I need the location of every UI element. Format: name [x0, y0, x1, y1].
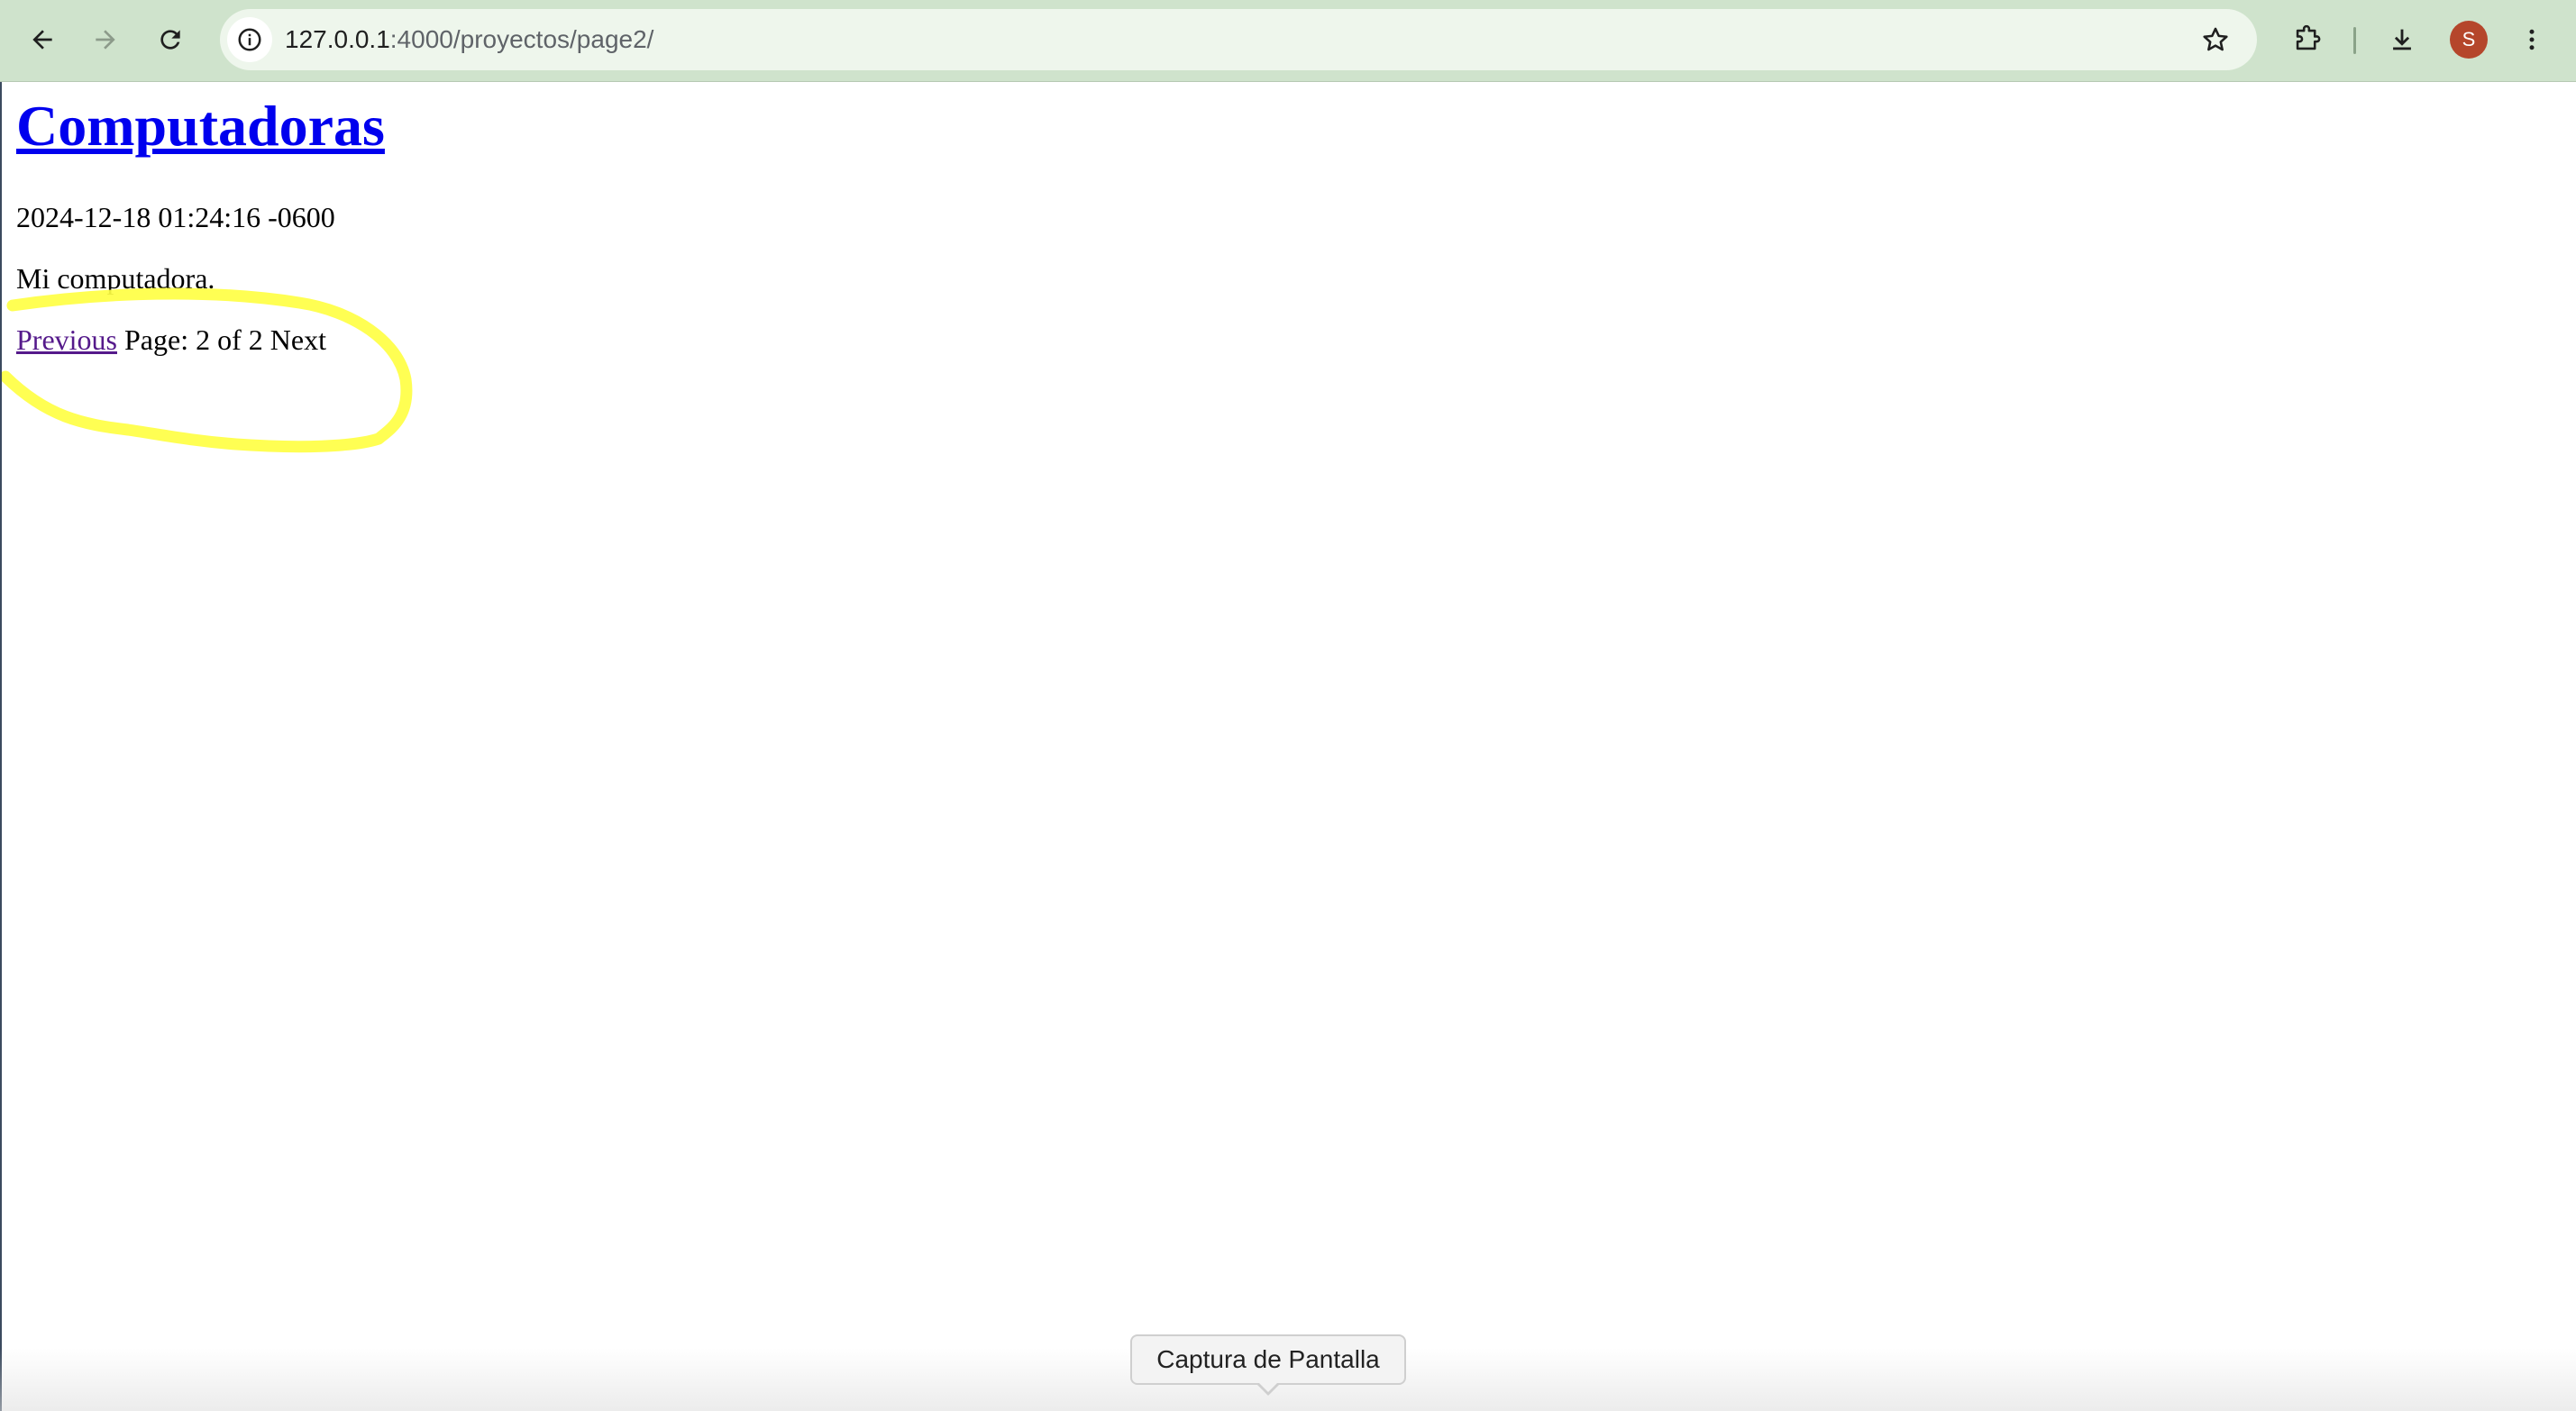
site-info-button[interactable] [227, 17, 272, 62]
post-date: 2024-12-18 01:24:16 -0600 [16, 201, 335, 233]
arrow-left-icon [32, 30, 52, 50]
kebab-menu-icon [2529, 29, 2535, 50]
page-title: Computadoras [16, 93, 385, 159]
page-content: Computadoras 2024-12-18 01:24:16 -0600 M… [0, 82, 2576, 1411]
download-icon [2393, 29, 2411, 50]
tooltip-pointer [1256, 1381, 1281, 1396]
extensions-button[interactable] [2284, 17, 2329, 62]
arrow-right-icon [96, 30, 115, 50]
page-indicator: Page: 2 of 2 [124, 323, 263, 356]
screenshot-tooltip: Captura de Pantalla [1130, 1334, 1406, 1385]
reload-icon [160, 30, 180, 50]
pagination: Previous Page: 2 of 2 Next [16, 323, 326, 357]
next-page-label: Next [269, 323, 326, 356]
browser-menu-button[interactable] [2509, 17, 2554, 62]
reload-button[interactable] [148, 17, 193, 62]
info-icon [238, 28, 261, 51]
url-host: 127.0.0.1 [285, 25, 390, 53]
previous-page-link[interactable]: Previous [16, 323, 117, 356]
url-text[interactable]: 127.0.0.1:4000/proyectos/page2/ [285, 9, 653, 70]
toolbar-separator [2353, 27, 2356, 54]
post-excerpt: Mi computadora. [16, 262, 215, 295]
puzzle-icon [2296, 24, 2321, 50]
post-title-link[interactable]: Computadoras [16, 94, 385, 158]
star-icon [2203, 27, 2228, 51]
url-path: :4000/proyectos/page2/ [389, 25, 654, 53]
address-bar[interactable]: 127.0.0.1:4000/proyectos/page2/ [220, 9, 2257, 70]
forward-button[interactable] [83, 17, 128, 62]
profile-avatar[interactable]: S [2450, 21, 2488, 59]
downloads-button[interactable] [2380, 17, 2425, 62]
browser-toolbar: 127.0.0.1:4000/proyectos/page2/ S [0, 0, 2576, 82]
bookmark-button[interactable] [2197, 22, 2233, 58]
back-button[interactable] [20, 17, 65, 62]
